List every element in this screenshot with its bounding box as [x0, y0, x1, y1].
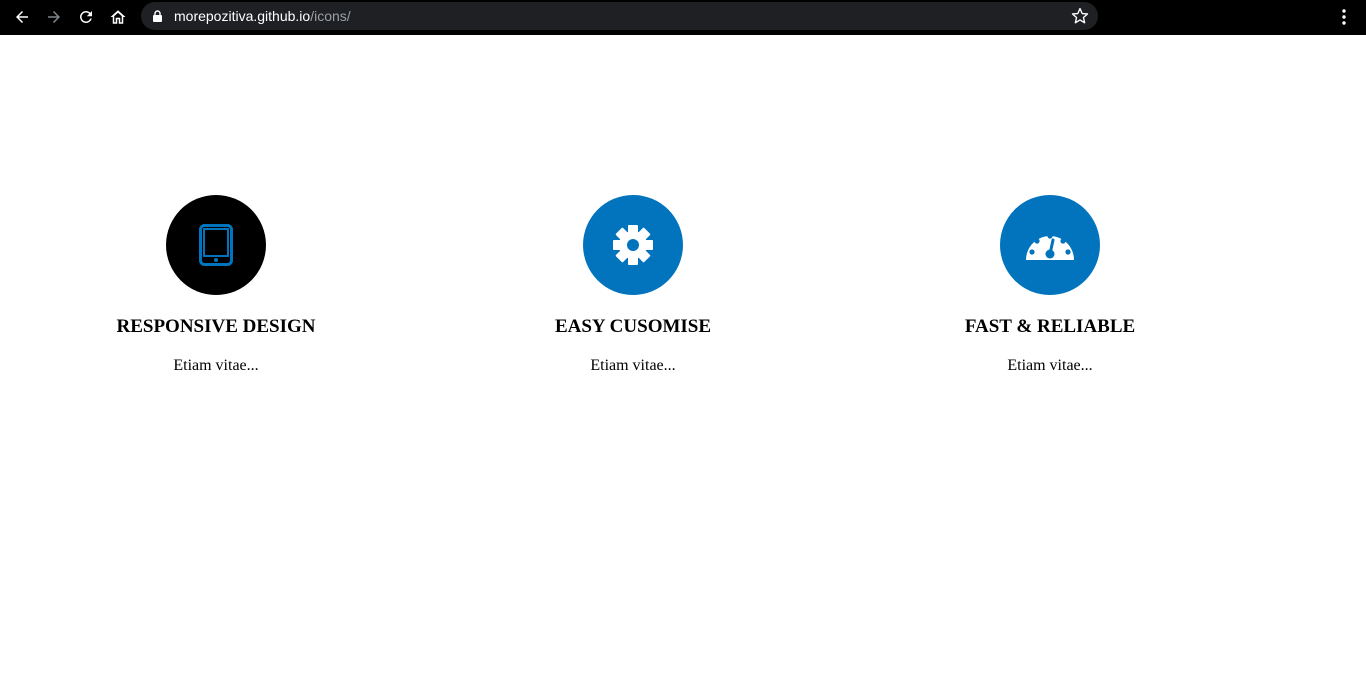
forward-button[interactable]	[41, 4, 67, 30]
url-path: /icons/	[310, 8, 351, 24]
url-host: morepozitiva.github.io	[174, 8, 311, 24]
back-button[interactable]	[9, 4, 35, 30]
feature-icon-circle	[1000, 195, 1100, 295]
feature-easy-customise: EASY CUSOMISE Etiam vitae...	[483, 195, 783, 375]
browser-menu-button[interactable]	[1335, 6, 1353, 28]
feature-title: EASY CUSOMISE	[554, 316, 712, 337]
arrow-right-icon	[48, 11, 60, 23]
feature-title: FAST & RELIABLE	[964, 316, 1136, 337]
gear-icon	[613, 225, 653, 265]
feature-fast-reliable: FAST & RELIABLE Etiam vitae...	[900, 195, 1200, 375]
url-text[interactable]: morepozitiva.github.io/icons/	[174, 8, 351, 24]
feature-text: Etiam vitae...	[173, 357, 259, 374]
star-icon[interactable]	[1071, 7, 1089, 25]
feature-title: RESPONSIVE DESIGN	[116, 316, 316, 337]
feature-text: Etiam vitae...	[1007, 357, 1093, 374]
tablet-icon	[199, 224, 233, 266]
feature-icon-circle	[166, 195, 266, 295]
speedometer-icon	[1026, 233, 1074, 260]
reload-button[interactable]	[73, 4, 99, 30]
arrow-left-icon	[16, 11, 28, 23]
feature-icon-circle	[583, 195, 683, 295]
address-bar[interactable]: morepozitiva.github.io/icons/	[141, 2, 1098, 30]
home-button[interactable]	[105, 4, 131, 30]
reload-icon	[80, 11, 92, 23]
feature-text: Etiam vitae...	[590, 357, 676, 374]
browser-toolbar: morepozitiva.github.io/icons/	[0, 0, 1366, 35]
lock-icon	[153, 10, 162, 22]
home-icon	[110, 10, 126, 24]
feature-responsive-design: RESPONSIVE DESIGN Etiam vitae...	[66, 195, 366, 375]
kebab-menu-icon	[1342, 9, 1346, 25]
